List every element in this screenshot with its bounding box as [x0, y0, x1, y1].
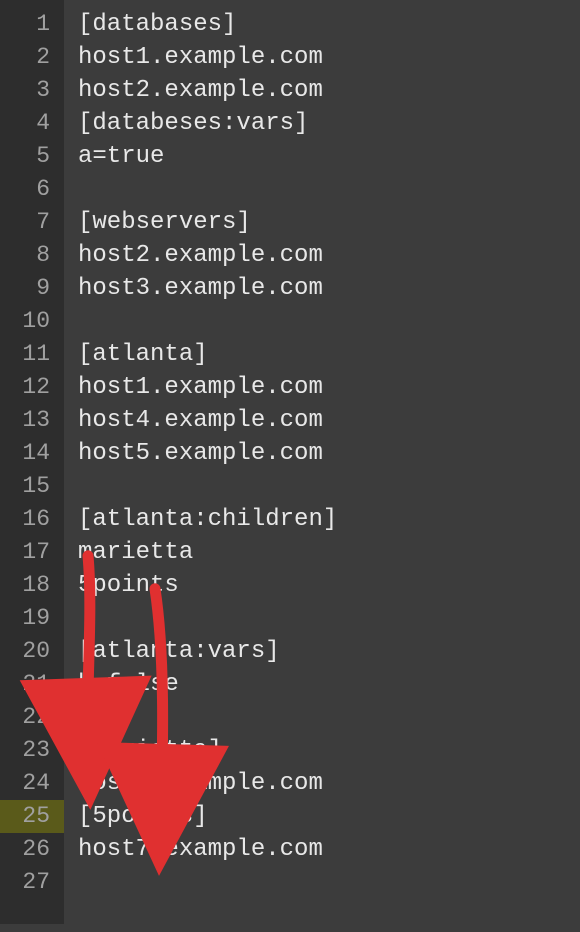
line-number: 26 [0, 833, 64, 866]
code-text: a=true [78, 143, 164, 170]
line-number: 6 [0, 173, 64, 206]
code-text: [databases] [78, 11, 236, 38]
code-text: host5.example.com [78, 440, 323, 467]
code-text: host2.example.com [78, 77, 323, 104]
line-number: 10 [0, 305, 64, 338]
code-text: [atlanta:vars] [78, 638, 280, 665]
code-text: host2.example.com [78, 242, 323, 269]
code-line[interactable] [78, 602, 580, 635]
code-line[interactable] [78, 470, 580, 503]
line-number: 8 [0, 239, 64, 272]
line-number: 17 [0, 536, 64, 569]
line-number: 7 [0, 206, 64, 239]
code-area[interactable]: [databases] host1.example.com host2.exampl… [64, 0, 580, 924]
code-text: [5points] [78, 803, 208, 830]
line-number: 27 [0, 866, 64, 899]
line-number: 22 [0, 701, 64, 734]
code-line[interactable]: [atlanta:children] [78, 503, 580, 536]
code-line[interactable]: host3.example.com [78, 272, 580, 305]
line-number: 25 [0, 800, 64, 833]
code-line[interactable] [78, 866, 580, 899]
code-text: [marietta] [78, 737, 222, 764]
line-number: 1 [0, 8, 64, 41]
code-line[interactable]: b=false [78, 668, 580, 701]
line-number: 23 [0, 734, 64, 767]
code-line[interactable]: [marietta] [78, 734, 580, 767]
line-number: 13 [0, 404, 64, 437]
code-text: host1.example.com [78, 44, 323, 71]
code-text: [atlanta] [78, 341, 208, 368]
code-line[interactable]: host2.example.com [78, 74, 580, 107]
code-line[interactable] [78, 305, 580, 338]
code-line[interactable]: [webservers] [78, 206, 580, 239]
line-number: 20 [0, 635, 64, 668]
code-line[interactable]: [atlanta] [78, 338, 580, 371]
line-number-gutter: 1234567891011121314151617181920212223242… [0, 0, 64, 924]
code-line[interactable]: [databases] [78, 8, 580, 41]
code-line[interactable]: host4.example.com [78, 404, 580, 437]
code-text: host3.example.com [78, 275, 323, 302]
code-line[interactable]: [5points] [78, 800, 580, 833]
code-line[interactable]: host1.example.com [78, 41, 580, 74]
code-text: [webservers] [78, 209, 251, 236]
code-line[interactable]: [databeses:vars] [78, 107, 580, 140]
code-text: b=false [78, 671, 179, 698]
code-text: host4.example.com [78, 407, 323, 434]
code-line[interactable] [78, 701, 580, 734]
code-line[interactable]: host2.example.com [78, 239, 580, 272]
code-line[interactable]: [atlanta:vars] [78, 635, 580, 668]
code-editor[interactable]: 1234567891011121314151617181920212223242… [0, 0, 580, 924]
line-number: 18 [0, 569, 64, 602]
code-line[interactable] [78, 173, 580, 206]
line-number: 4 [0, 107, 64, 140]
code-line[interactable]: host6.example.com [78, 767, 580, 800]
line-number: 15 [0, 470, 64, 503]
code-text: host7.example.com [78, 836, 323, 863]
code-text: [atlanta:children] [78, 506, 337, 533]
line-number: 16 [0, 503, 64, 536]
line-number: 2 [0, 41, 64, 74]
code-line[interactable]: a=true [78, 140, 580, 173]
line-number: 21 [0, 668, 64, 701]
code-text: host6.example.com [78, 770, 323, 797]
line-number: 12 [0, 371, 64, 404]
line-number: 19 [0, 602, 64, 635]
code-line[interactable]: host5.example.com [78, 437, 580, 470]
code-line[interactable]: host7.example.com [78, 833, 580, 866]
line-number: 3 [0, 74, 64, 107]
code-text: 5points [78, 572, 179, 599]
line-number: 11 [0, 338, 64, 371]
code-text: host1.example.com [78, 374, 323, 401]
line-number: 14 [0, 437, 64, 470]
line-number: 9 [0, 272, 64, 305]
code-text: [databeses:vars] [78, 110, 308, 137]
code-line[interactable]: host1.example.com [78, 371, 580, 404]
line-number: 24 [0, 767, 64, 800]
code-line[interactable]: marietta [78, 536, 580, 569]
code-line[interactable]: 5points [78, 569, 580, 602]
code-text: marietta [78, 539, 193, 566]
line-number: 5 [0, 140, 64, 173]
